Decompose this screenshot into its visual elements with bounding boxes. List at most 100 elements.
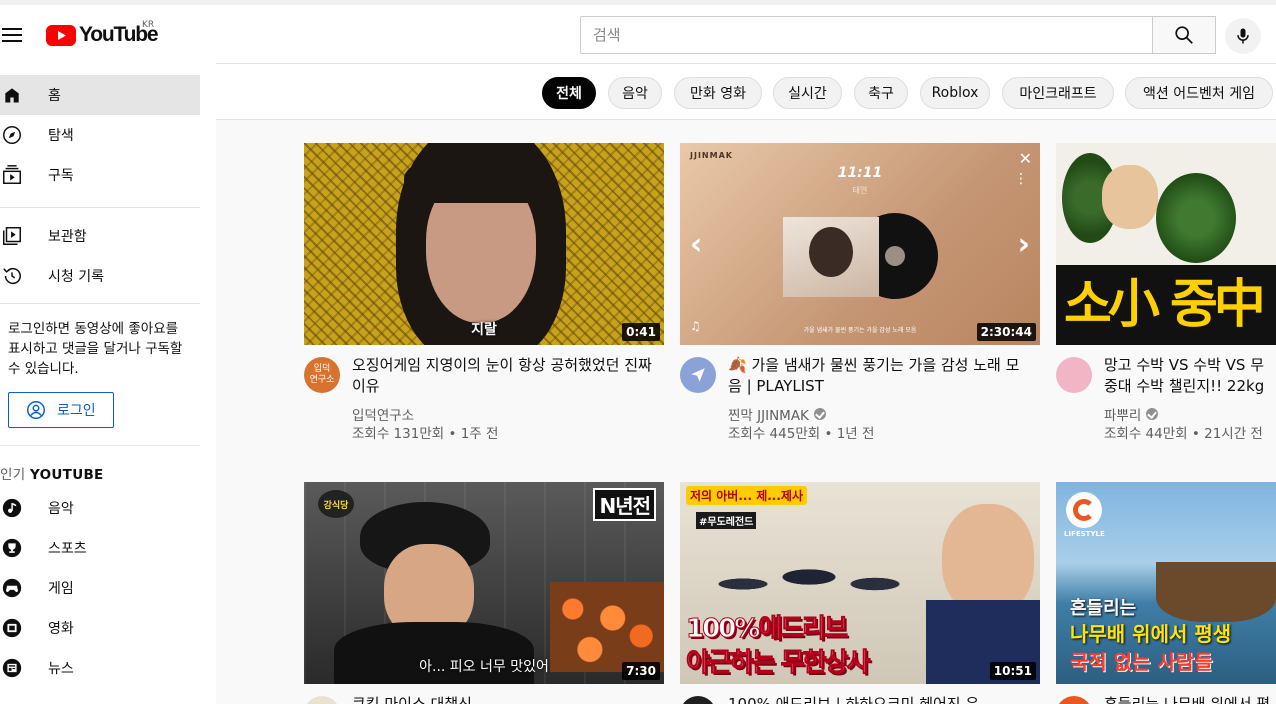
chevron-right-icon[interactable]: › [1018,227,1030,262]
microphone-icon [1237,28,1249,44]
chip-soccer[interactable]: 축구 [854,77,908,109]
music-icon [0,496,24,520]
thumbnail-line2: 야근하는 무한상사 [685,648,870,679]
sidebar-item-gaming[interactable]: 게임 [0,568,200,608]
video-title[interactable]: 100% 애드리브 | 하하오크미 헤어진 유 [728,694,1028,704]
masthead: YouTube KR [0,5,1276,63]
section-title-prefix: 인기 [0,467,26,483]
sidebar-item-label: 스포츠 [48,541,87,557]
verified-badge-icon [1146,408,1159,420]
video-thumbnail[interactable]: 강식당 N년전 아... 피오 너무 맛있어 7:30 [304,482,664,684]
sidebar-item-history[interactable]: 시청 기록 [0,256,200,296]
sidebar-item-label: 보관함 [48,229,87,245]
channel-name[interactable]: 입덕연구소 [352,404,414,424]
channel-avatar[interactable] [304,696,340,704]
thumbnail-caption: 아... 피오 너무 맛있어 [419,659,549,675]
chip-animation[interactable]: 만화 영화 [674,77,762,109]
show-logo: 강식당 [318,490,354,518]
bangs-shape [404,153,554,203]
sidebar-item-subscriptions[interactable]: 구독 [0,155,200,195]
thumbnail-artist: 태연 [852,186,868,195]
voice-search-button[interactable] [1225,18,1261,54]
channel-name[interactable]: 찐막 JJINMAK [728,404,826,424]
hamburger-menu-icon[interactable] [0,23,24,47]
sidebar-item-label: 음악 [48,501,74,517]
duration-badge: 2:30:44 [976,323,1036,341]
history-icon [0,264,24,288]
close-icon[interactable]: ✕ [1019,149,1032,168]
thumbnail-line3: 국적 없는 사람들 [1070,650,1213,674]
channel-avatar[interactable] [1056,357,1092,393]
country-code: KR [142,20,155,30]
sidebar-item-library[interactable]: 보관함 [0,216,200,256]
chip-action-adventure[interactable]: 액션 어드벤처 게임 [1125,77,1273,109]
video-thumbnail[interactable]: JJINMAK 11:11 태연 ✕ ⋮ ‹ › 가을 냄새가 물씬 풍기는 가… [680,143,1040,345]
sidebar-item-label: 홈 [48,88,61,104]
search-button[interactable] [1152,16,1216,54]
person-face-shape [1102,165,1158,229]
video-title[interactable]: 🍂 가을 냄새가 물씬 풍기는 가을 감성 노래 모음 | PLAYLIST [728,355,1028,397]
playlist-icon: ♫ [690,319,701,333]
channel-avatar[interactable]: 입덕 연구소 [304,357,340,393]
thumbnail-tag: #무도레전드 [696,512,757,529]
watermelon-shape [1156,173,1236,263]
video-thumbnail[interactable]: 지랄 0:41 [304,143,664,345]
more-icon[interactable]: ⋮ [1014,172,1028,186]
video-title[interactable]: 망고 수박 VS 수박 VS 무중대 수박 챌린지!! 22kg [1104,355,1274,397]
channel-avatar[interactable] [680,357,716,393]
thumbnail-time: 11:11 [837,165,883,181]
video-thumbnail[interactable]: 소小 중中 [1056,143,1276,345]
sidebar-item-explore[interactable]: 탐색 [0,115,200,155]
subscriptions-icon [0,163,24,187]
duration-badge: 7:30 [622,662,660,680]
chevron-left-icon[interactable]: ‹ [690,227,702,262]
chip-music[interactable]: 음악 [608,77,662,109]
sidebar-item-news[interactable]: 뉴스 [0,648,200,688]
thumbnail-line1: 흔들리는 [1070,598,1137,619]
video-title[interactable]: 오징어게임 지영이의 눈이 항상 공허했었던 진짜 이유 [352,355,652,397]
compass-icon [0,123,24,147]
signin-button[interactable]: 로그인 [8,392,114,428]
thumbnail-caption: 지랄 [471,322,497,338]
album-figure [809,227,853,277]
chip-minecraft[interactable]: 마인크래프트 [1002,77,1114,109]
channel-avatar[interactable] [680,696,716,704]
video-meta: 조회수 131만회 • 1주 전 [352,426,499,442]
sidebar-item-label: 탐색 [48,128,74,144]
thumbnail-brand: LIFESTYLE [1064,530,1105,538]
main-content: 전체 음악 만화 영화 실시간 축구 Roblox 마인크래프트 액션 어드벤처… [216,63,1276,704]
youtube-logo[interactable]: YouTube KR [46,20,159,47]
signin-prompt: 로그인하면 동영상에 좋아요를 표시하고 댓글을 달거나 구독할 수 있습니다. [8,321,183,377]
channel-avatar[interactable] [1056,696,1092,704]
search-input[interactable] [581,17,1152,53]
video-thumbnail[interactable]: LIFESTYLE 흔들리는 나무배 위에서 평생 국적 없는 사람들 [1056,482,1276,684]
chip-roblox[interactable]: Roblox [920,77,990,109]
sidebar-item-music[interactable]: 음악 [0,488,200,528]
trophy-icon [0,536,24,560]
sidebar-divider [0,445,200,446]
sidebar-item-movies[interactable]: 영화 [0,608,200,648]
chip-bar: 전체 음악 만화 영화 실시간 축구 Roblox 마인크래프트 액션 어드벤처… [216,63,1276,120]
chip-all[interactable]: 전체 [542,77,596,109]
sidebar-item-home[interactable]: 홈 [0,75,200,115]
sidebar-item-label: 영화 [48,621,74,637]
sidebar-item-label: 게임 [48,581,74,597]
sidebar-item-sports[interactable]: 스포츠 [0,528,200,568]
channel-name[interactable]: 파뿌리 [1104,404,1159,424]
chip-live[interactable]: 실시간 [773,77,842,109]
youtube-play-icon [46,24,76,46]
popular-section-title: 인기 YOUTUBE [0,463,104,483]
video-title[interactable]: 쿠킹 마이소 대챌신 [352,694,652,704]
video-card: LIFESTYLE 흔들리는 나무배 위에서 평생 국적 없는 사람들 흔들리는… [1056,482,1276,704]
news-icon [0,656,24,680]
channel-name-text: 파뿌리 [1104,408,1142,424]
video-thumbnail[interactable]: 저의 아버... 제...제사 #무도레전드 100%애드리브 야근하는 무한상… [680,482,1040,684]
sidebar-divider [0,303,200,304]
sidebar-item-label: 구독 [48,168,74,184]
signin-label: 로그인 [57,403,96,419]
channel-name-text: 찐막 JJINMAK [728,408,809,424]
video-title[interactable]: 흔들리는 나무배 위에서 평생 [1104,694,1274,704]
channel-logo [1066,492,1102,528]
thumbnail-brand: JJINMAK [690,151,733,160]
people-group-shape [710,542,930,612]
